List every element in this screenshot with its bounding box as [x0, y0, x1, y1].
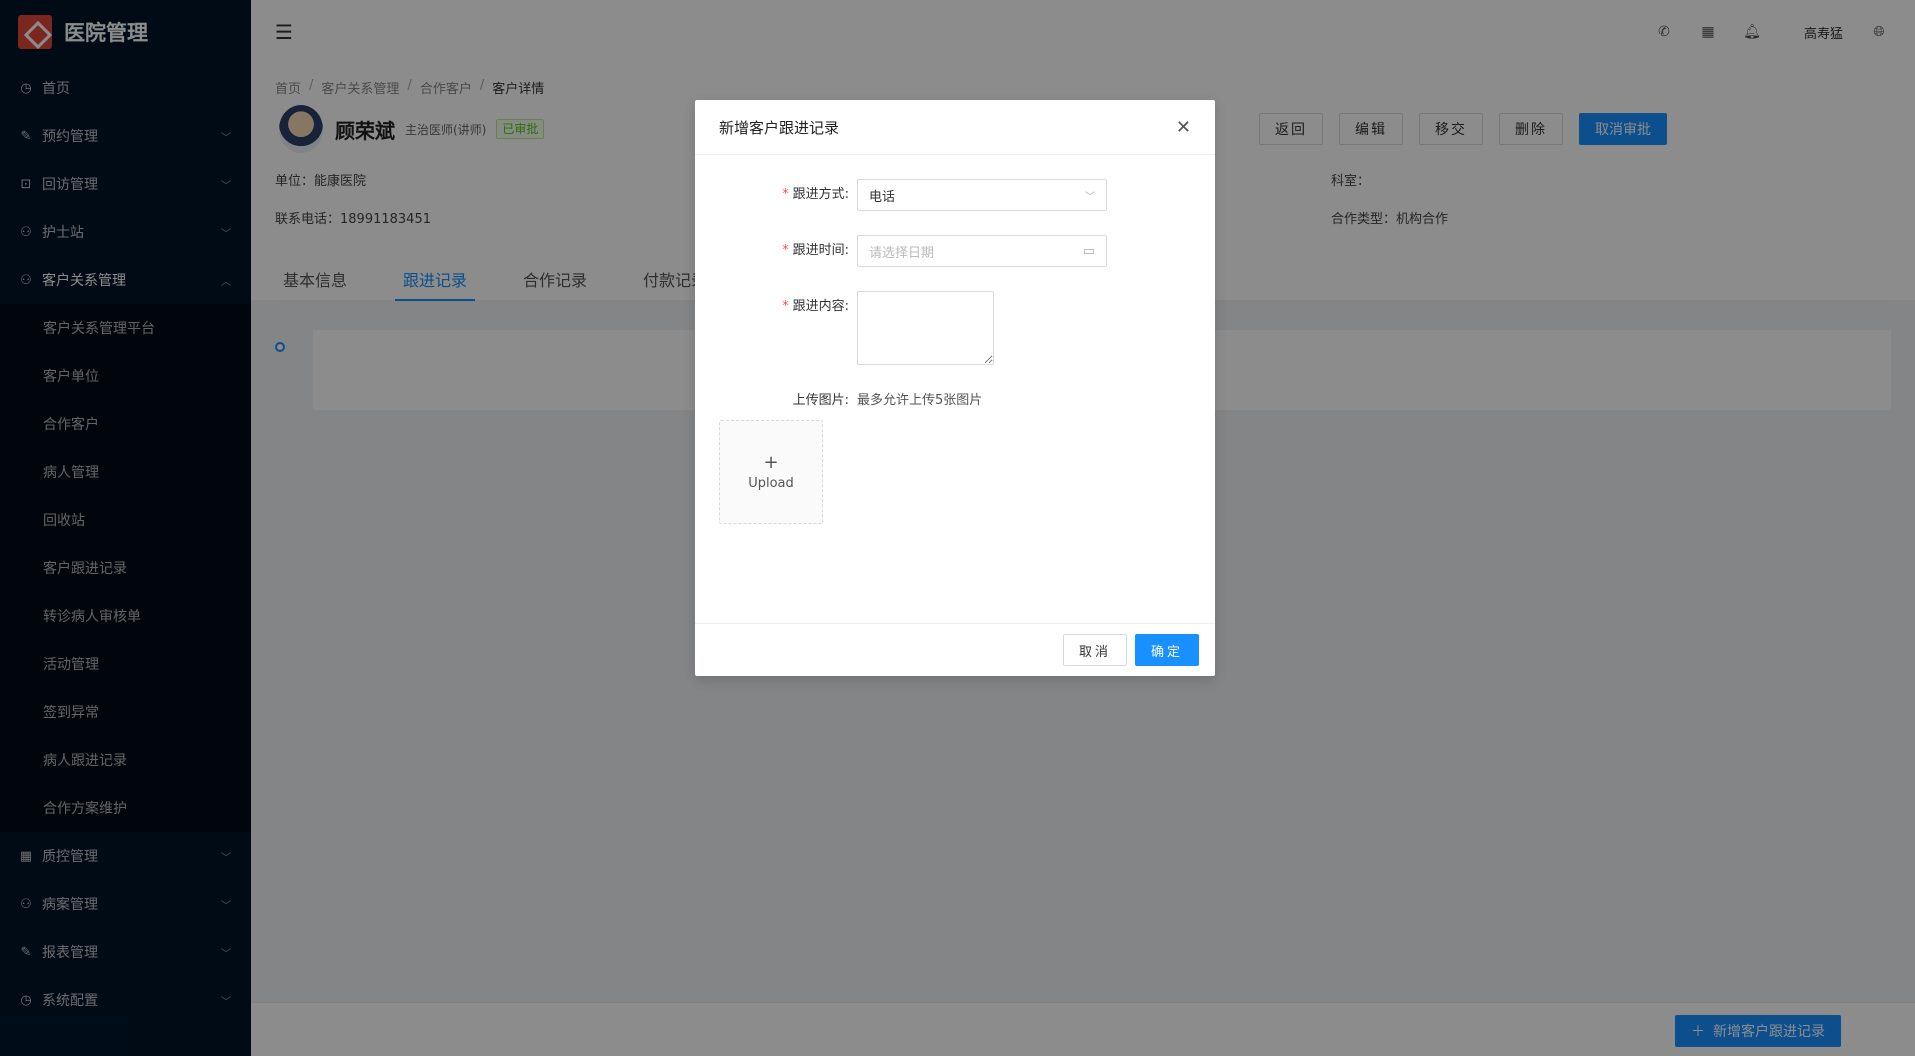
upload-label: 上传图片: — [792, 393, 849, 408]
time-label-text: 跟进时间: — [792, 243, 849, 258]
content-label: * 跟进内容: — [719, 291, 857, 323]
form-row-method: * 跟进方式: 电话 ﹀ — [719, 179, 1191, 211]
content-label-text: 跟进内容: — [792, 299, 849, 314]
required-mark: * — [782, 299, 789, 314]
modal-footer: 取消 确定 — [695, 623, 1215, 676]
close-icon[interactable]: ✕ — [1176, 117, 1191, 138]
required-mark: * — [782, 243, 789, 258]
content-textarea[interactable] — [857, 291, 994, 365]
date-placeholder: 请选择日期 — [869, 245, 935, 261]
upload-button[interactable]: + Upload — [719, 420, 823, 524]
modal-body: * 跟进方式: 电话 ﹀ * 跟进时间: 请选择日期 ▭ * 跟进内容: 上传图片: … — [695, 155, 1215, 623]
form-row-time: * 跟进时间: 请选择日期 ▭ — [719, 235, 1191, 267]
ok-button[interactable]: 确定 — [1134, 634, 1199, 666]
date-picker[interactable]: 请选择日期 ▭ — [857, 235, 1107, 267]
method-select[interactable]: 电话 ﹀ — [857, 179, 1107, 211]
modal-title: 新增客户跟进记录 — [719, 118, 840, 137]
chevron-down-icon: ﹀ — [1085, 191, 1095, 203]
form-row-content: * 跟进内容: — [719, 291, 1191, 365]
required-mark: * — [782, 187, 789, 202]
modal-header: 新增客户跟进记录 ✕ — [695, 100, 1215, 155]
method-selected-value: 电话 — [869, 189, 896, 205]
upload-row: 上传图片: 最多允许上传5张图片 — [719, 389, 1191, 408]
method-label-text: 跟进方式: — [792, 187, 849, 202]
calendar-icon: ▭ — [1082, 243, 1095, 259]
upload-hint: 最多允许上传5张图片 — [857, 393, 983, 408]
cancel-button[interactable]: 取消 — [1062, 634, 1127, 666]
add-followup-modal: 新增客户跟进记录 ✕ * 跟进方式: 电话 ﹀ * 跟进时间: 请选择日期 ▭ * 跟… — [695, 100, 1215, 676]
time-label: * 跟进时间: — [719, 235, 857, 267]
plus-icon: + — [763, 451, 779, 473]
method-label: * 跟进方式: — [719, 179, 857, 211]
upload-text: Upload — [748, 475, 794, 491]
